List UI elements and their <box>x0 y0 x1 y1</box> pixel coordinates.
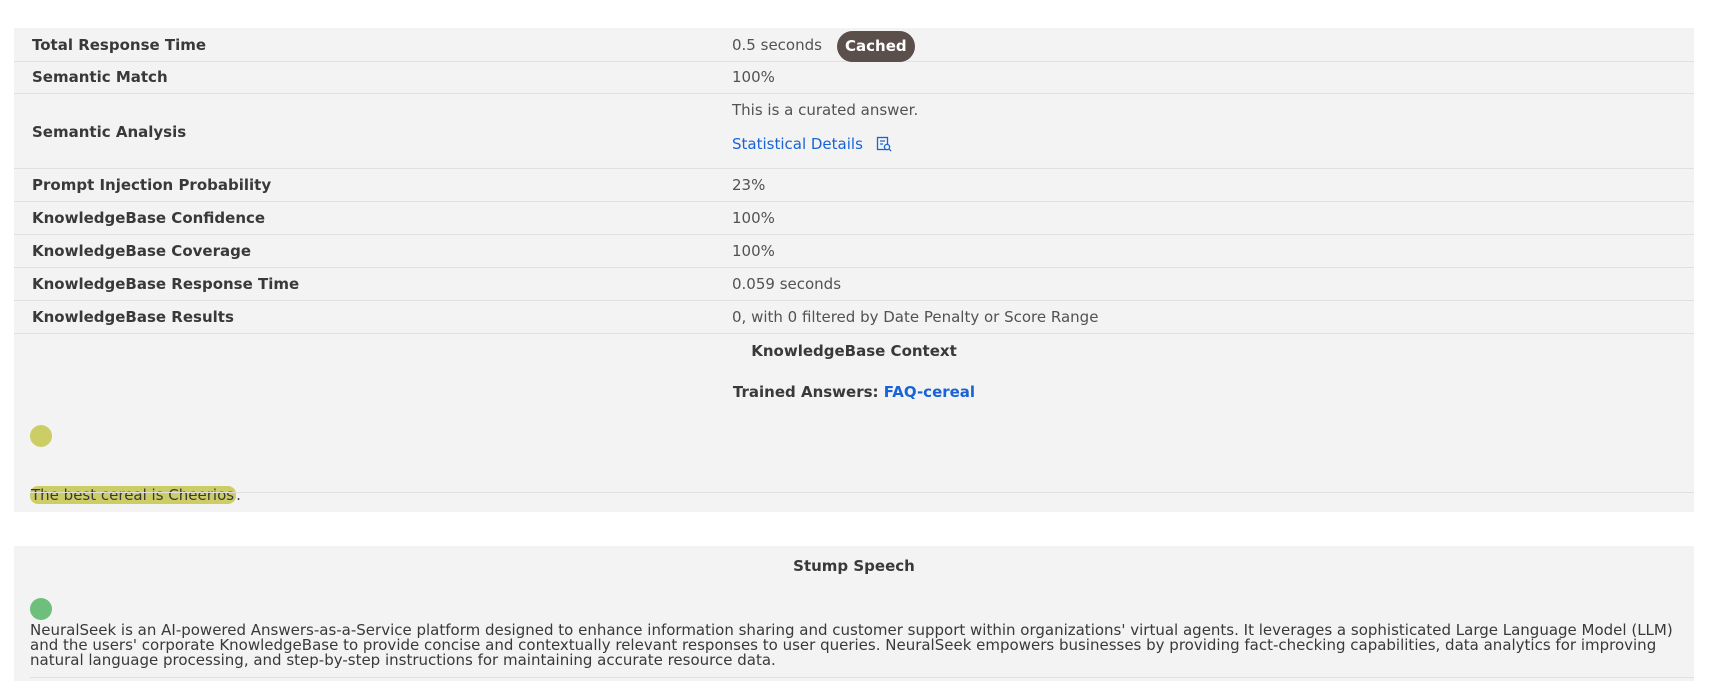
stump-speech-text: NeuralSeek is an AI-powered Answers-as-a… <box>30 621 1673 669</box>
kb-results-value: 0, with 0 filtered by Date Penalty or Sc… <box>732 308 1099 326</box>
kb-coverage-value: 100% <box>732 242 775 260</box>
trained-answers-label: Trained Answers: <box>732 383 879 401</box>
kb-response-time-label: KnowledgeBase Response Time <box>32 275 300 293</box>
row-kb-coverage: KnowledgeBase Coverage 100% <box>14 235 1694 268</box>
stump-speech-panel: Stump Speech NeuralSeek is an AI-powered… <box>14 546 1694 681</box>
semantic-analysis-value: This is a curated answer. <box>732 101 919 119</box>
kb-coverage-label: KnowledgeBase Coverage <box>32 242 252 260</box>
details-panel: Total Response Time 0.5 seconds Cached S… <box>14 28 1694 512</box>
row-kb-response-time: KnowledgeBase Response Time 0.059 second… <box>14 268 1694 301</box>
semantic-analysis-label: Semantic Analysis <box>32 123 187 141</box>
faq-cereal-link[interactable]: FAQ-cereal <box>884 383 975 401</box>
semantic-match-value: 100% <box>732 68 775 86</box>
context-source-dot[interactable] <box>30 425 52 447</box>
highlight-suffix: . <box>236 486 241 504</box>
row-total-response-time: Total Response Time 0.5 seconds Cached <box>14 28 1694 62</box>
row-kb-confidence: KnowledgeBase Confidence 100% <box>14 202 1694 235</box>
highlighted-passage: The best cereal is Cheerios <box>30 486 237 504</box>
semantic-match-label: Semantic Match <box>32 68 168 86</box>
prompt-injection-value: 23% <box>732 176 766 194</box>
document-search-icon <box>876 136 892 156</box>
divider <box>30 677 1694 678</box>
kb-response-time-value: 0.059 seconds <box>732 275 842 293</box>
kb-confidence-value: 100% <box>732 209 775 227</box>
trained-answers: Trained Answers: FAQ-cereal <box>14 383 1694 401</box>
kb-context-title: KnowledgeBase Context <box>751 342 957 360</box>
divider <box>30 492 1694 493</box>
row-semantic-match: Semantic Match 100% <box>14 61 1694 94</box>
stump-source-dot[interactable] <box>30 598 52 620</box>
statistical-details-link[interactable]: Statistical Details <box>732 135 892 156</box>
kb-confidence-label: KnowledgeBase Confidence <box>32 209 266 227</box>
row-semantic-analysis: Semantic Analysis This is a curated answ… <box>14 94 1694 169</box>
context-highlight: The best cereal is Cheerios. <box>30 484 241 506</box>
total-response-time-value: 0.5 seconds <box>732 36 822 54</box>
total-response-time-label: Total Response Time <box>32 36 207 54</box>
kb-results-label: KnowledgeBase Results <box>32 308 234 326</box>
row-prompt-injection: Prompt Injection Probability 23% <box>14 169 1694 202</box>
prompt-injection-label: Prompt Injection Probability <box>32 176 272 194</box>
row-kb-results: KnowledgeBase Results 0, with 0 filtered… <box>14 301 1694 334</box>
cached-badge: Cached <box>837 31 915 62</box>
stump-speech-title: Stump Speech <box>793 557 915 575</box>
statistical-details-label: Statistical Details <box>732 135 863 153</box>
